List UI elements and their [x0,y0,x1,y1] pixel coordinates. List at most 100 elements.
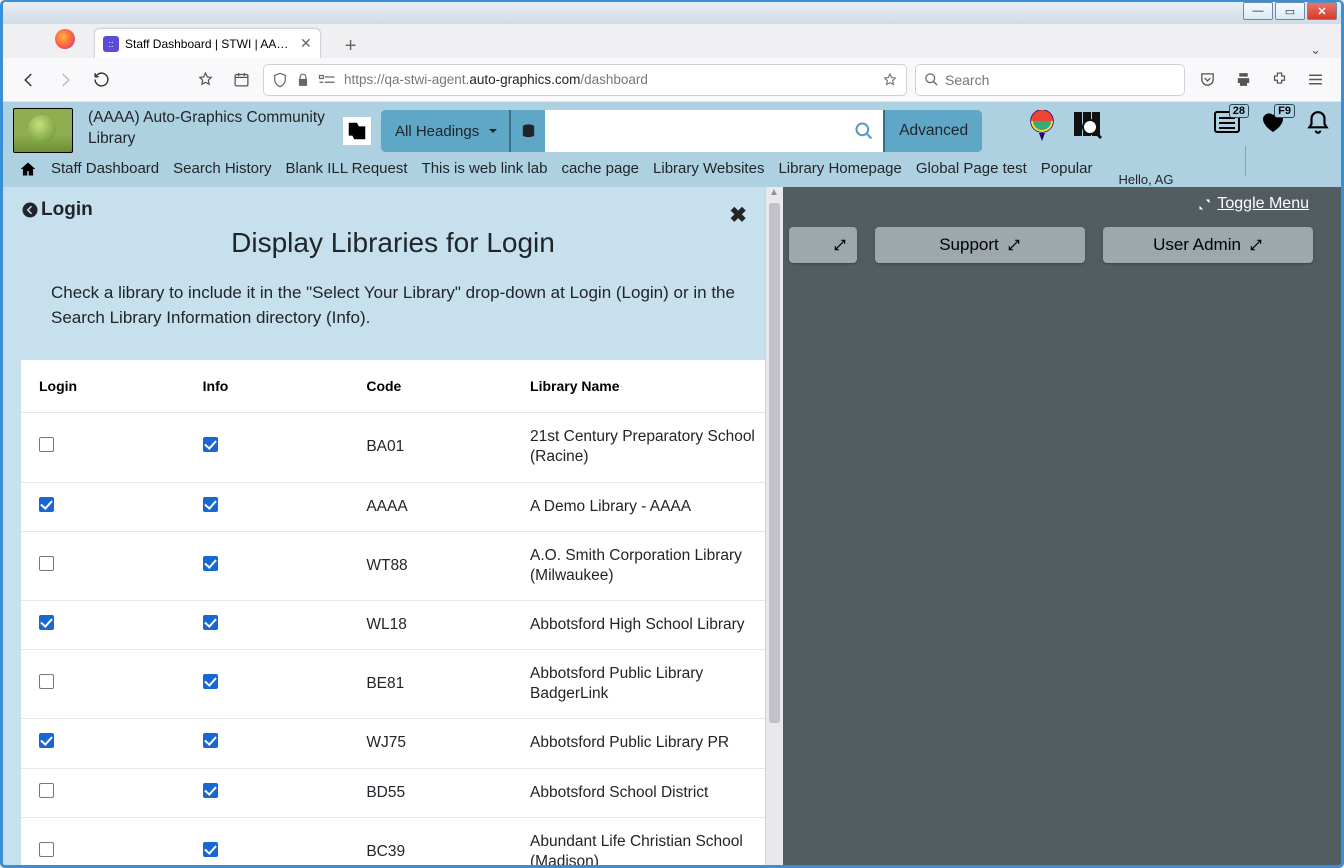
favorites-badge: F9 [1274,104,1295,118]
code-cell: AAAA [348,482,512,531]
url-bar[interactable]: https://qa-stwi-agent.auto-graphics.com/… [263,64,907,96]
lock-icon [296,73,310,87]
nav-library-websites[interactable]: Library Websites [653,160,764,177]
window-minimize-button[interactable]: — [1243,2,1273,20]
login-checkbox[interactable] [39,674,54,689]
login-checkbox[interactable] [39,842,54,857]
headings-dropdown[interactable]: All Headings [381,110,509,152]
bookmark-page-icon[interactable] [882,72,898,88]
toggle-menu-link[interactable]: Toggle Menu [1197,195,1309,213]
database-icon[interactable] [509,110,545,152]
list-icon[interactable]: 28 [1213,110,1241,134]
catalog-search-input[interactable] [551,123,839,140]
new-tab-button[interactable]: + [337,35,365,58]
login-panel: ▲ Login ✖ Display Libraries for Login Ch… [3,187,783,865]
login-checkbox[interactable] [39,497,54,512]
table-row: BC39Abundant Life Christian School (Madi… [21,817,765,865]
translation-icon[interactable] [343,117,371,145]
calendar-icon[interactable] [227,66,255,94]
panel-description: Check a library to include it in the "Se… [21,281,765,330]
nav-web-link-lab[interactable]: This is web link lab [422,160,548,177]
code-cell: WJ75 [348,719,512,768]
nav-search-history[interactable]: Search History [173,160,271,177]
list-badge: 28 [1229,104,1249,118]
info-checkbox[interactable] [203,556,218,571]
admin-card-user-admin[interactable]: User Admin [1103,227,1313,263]
home-icon[interactable] [19,161,37,177]
panel-close-button[interactable]: ✖ [729,203,747,228]
admin-card-partial[interactable] [789,227,857,263]
login-checkbox[interactable] [39,556,54,571]
tab-close-icon[interactable]: ✕ [300,35,312,52]
print-icon[interactable] [1229,66,1257,94]
info-checkbox[interactable] [203,497,218,512]
code-cell: BC39 [348,817,512,865]
panel-scroll-track[interactable]: ▲ [765,187,783,865]
table-row: WL18Abbotsford High School Library [21,600,765,649]
login-checkbox[interactable] [39,733,54,748]
browser-search-input[interactable] [945,72,1176,88]
table-row: BD55Abbotsford School District [21,768,765,817]
info-checkbox[interactable] [203,842,218,857]
info-checkbox[interactable] [203,733,218,748]
catalog-search-button[interactable] [845,110,883,152]
panel-back-button[interactable]: Login [21,199,765,221]
library-name-cell: A Demo Library - AAAA [512,482,765,531]
table-row: WT88A.O. Smith Corporation Library (Milw… [21,531,765,600]
search-icon [924,72,939,87]
info-checkbox[interactable] [203,783,218,798]
library-name-cell: 21st Century Preparatory School (Racine) [512,413,765,482]
col-code: Code [348,360,512,413]
nav-refresh-button[interactable] [87,66,115,94]
login-checkbox[interactable] [39,615,54,630]
login-checkbox[interactable] [39,783,54,798]
info-checkbox[interactable] [203,674,218,689]
info-checkbox[interactable] [203,437,218,452]
resources-icon[interactable] [1073,110,1107,140]
window-titlebar: — ▭ ✕ [3,2,1341,24]
nav-cache-page[interactable]: cache page [561,160,639,177]
library-name-cell: Abbotsford Public Library BadgerLink [512,650,765,719]
table-row: BA0121st Century Preparatory School (Rac… [21,413,765,482]
pocket-icon[interactable] [1193,66,1221,94]
url-text: https://qa-stwi-agent.auto-graphics.com/… [344,72,874,87]
advanced-search-button[interactable]: Advanced [883,110,982,152]
notifications-icon[interactable] [1305,110,1331,136]
window-maximize-button[interactable]: ▭ [1275,2,1305,20]
tabs-dropdown-icon[interactable]: ⌄ [1310,42,1321,58]
col-info: Info [185,360,349,413]
nav-back-button[interactable] [15,66,43,94]
window-close-button[interactable]: ✕ [1307,2,1337,20]
expand-icon [1007,238,1021,252]
nav-global-page-test[interactable]: Global Page test [916,160,1027,177]
nav-staff-dashboard[interactable]: Staff Dashboard [51,160,159,177]
nav-popular[interactable]: Popular [1041,160,1093,177]
code-cell: BE81 [348,650,512,719]
code-cell: BD55 [348,768,512,817]
bookmark-star-icon[interactable] [191,66,219,94]
panel-title: Display Libraries for Login [21,227,765,259]
nav-library-homepage[interactable]: Library Homepage [778,160,901,177]
nav-blank-ill[interactable]: Blank ILL Request [286,160,408,177]
code-cell: BA01 [348,413,512,482]
col-name: Library Name [512,360,765,413]
expand-icon [1249,238,1263,252]
info-checkbox[interactable] [203,615,218,630]
login-checkbox[interactable] [39,437,54,452]
tab-favicon-icon: :: [103,36,119,52]
library-logo-icon [13,108,73,153]
nav-forward-button[interactable] [51,66,79,94]
app-menu-icon[interactable] [1301,66,1329,94]
library-name-cell: Abbotsford School District [512,768,765,817]
admin-card-support[interactable]: Support [875,227,1085,263]
browser-tab[interactable]: :: Staff Dashboard | STWI | AAAA ✕ [94,28,321,58]
code-cell: WL18 [348,600,512,649]
library-name-cell: Abundant Life Christian School (Madison) [512,817,765,865]
balloon-icon[interactable] [1029,110,1055,144]
favorites-icon[interactable]: F9 [1259,110,1287,134]
browser-search-box[interactable] [915,64,1185,96]
expand-icon [833,238,847,252]
extensions-icon[interactable] [1265,66,1293,94]
shield-icon [272,72,288,88]
table-row: AAAAA Demo Library - AAAA [21,482,765,531]
